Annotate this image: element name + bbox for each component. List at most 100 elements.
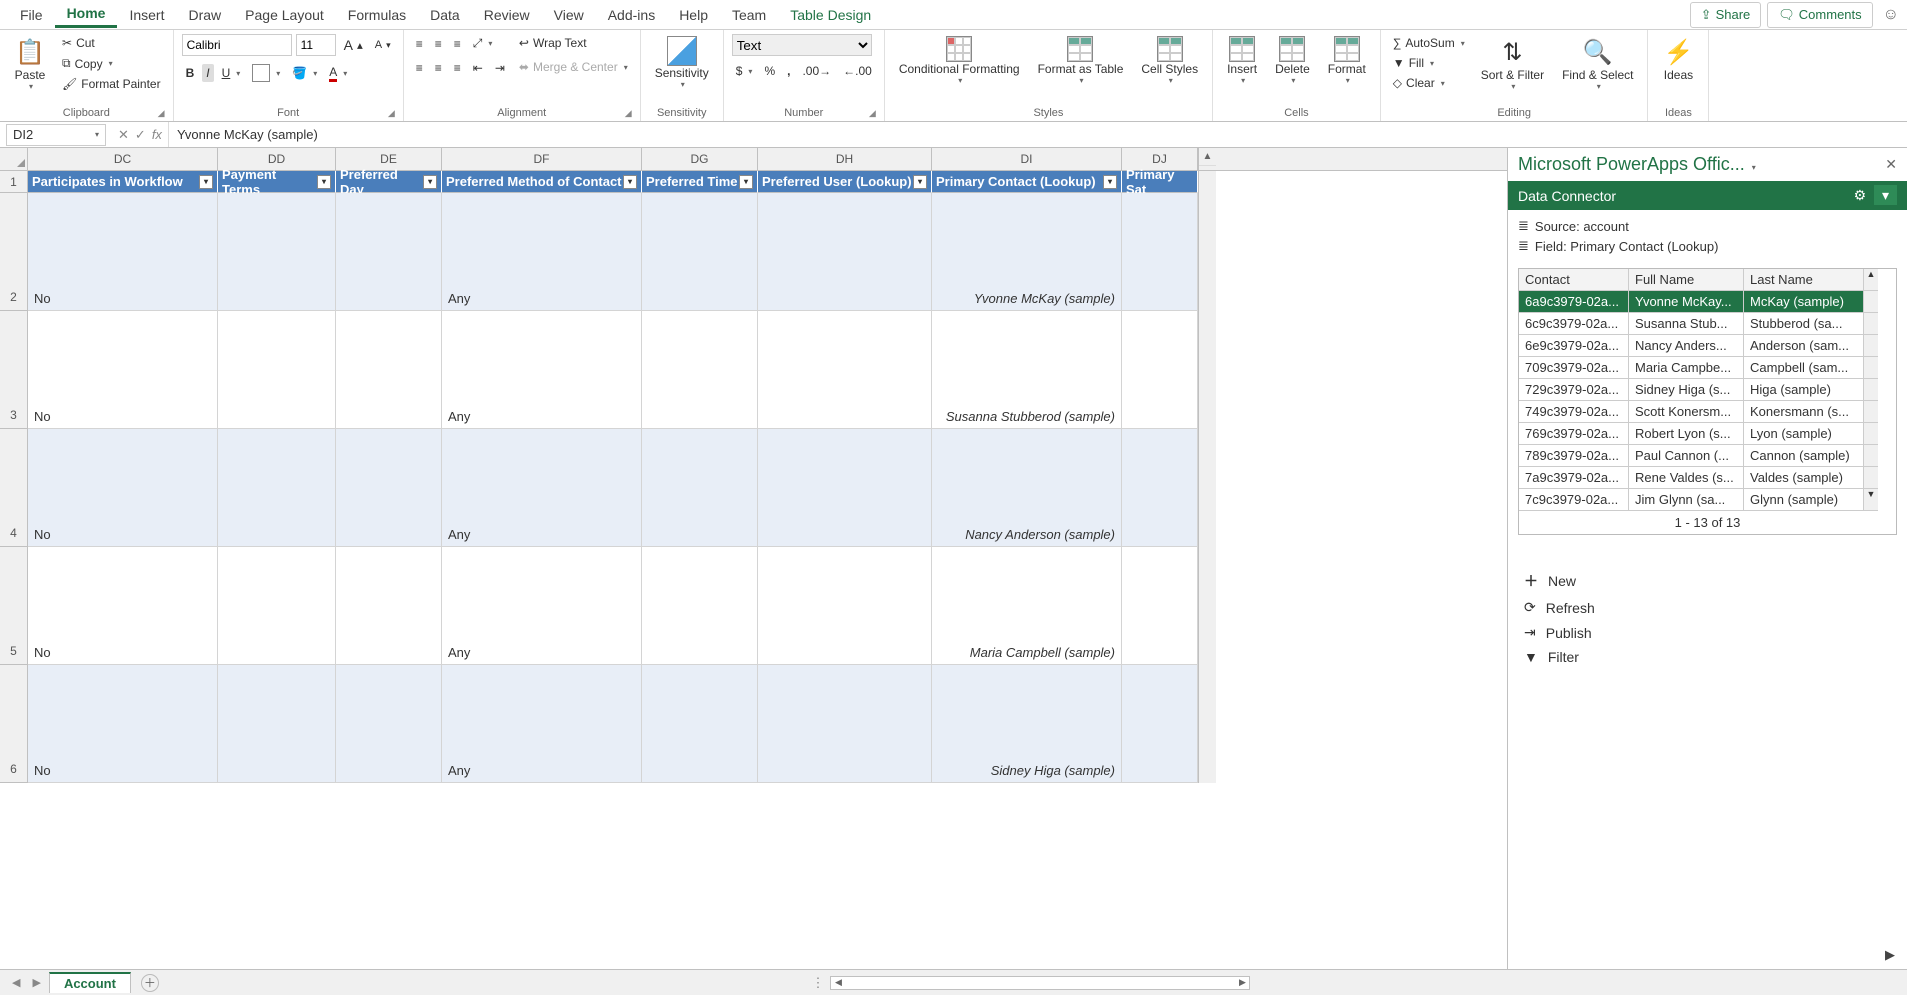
lookup-row[interactable]: 709c3979-02a...Maria Campbe...Campbell (… [1519, 357, 1896, 379]
tab-file[interactable]: File [8, 3, 55, 27]
align-right-button[interactable]: ≡ [450, 59, 465, 77]
table-header[interactable]: Primary Sat [1122, 171, 1198, 193]
launcher-icon[interactable]: ◢ [388, 108, 395, 119]
table-header[interactable]: Preferred Method of Contact▾ [442, 171, 642, 193]
decrease-indent-button[interactable]: ⇤ [469, 59, 487, 77]
lookup-row[interactable]: 6e9c3979-02a...Nancy Anders...Anderson (… [1519, 335, 1896, 357]
comma-button[interactable]: , [783, 62, 794, 80]
lookup-row[interactable]: 769c3979-02a...Robert Lyon (s...Lyon (sa… [1519, 423, 1896, 445]
font-size-input[interactable] [296, 34, 336, 56]
publish-button[interactable]: ⇥Publish [1524, 624, 1891, 641]
launcher-icon[interactable]: ◢ [625, 108, 632, 119]
scroll-up-icon[interactable]: ▲ [1199, 148, 1216, 166]
filter-icon[interactable]: ▾ [623, 175, 637, 189]
tab-addins[interactable]: Add-ins [596, 3, 667, 27]
font-name-input[interactable] [182, 34, 292, 56]
lookup-row[interactable]: 7a9c3979-02a...Rene Valdes (s...Valdes (… [1519, 467, 1896, 489]
delete-cells-button[interactable]: Delete▾ [1269, 34, 1316, 87]
align-left-button[interactable]: ≡ [412, 59, 427, 77]
table-header[interactable]: Preferred Time▾ [642, 171, 758, 193]
scroll-left-icon[interactable]: ◀ [831, 977, 845, 988]
tab-data[interactable]: Data [418, 3, 472, 27]
paste-button[interactable]: 📋 Paste▾ [8, 34, 52, 93]
decrease-decimal-button[interactable]: ←.00 [839, 62, 876, 80]
format-as-table-button[interactable]: Format as Table▾ [1032, 34, 1130, 87]
cancel-icon[interactable]: ✕ [118, 127, 129, 143]
col-header[interactable]: DI [932, 148, 1122, 170]
font-color-button[interactable]: A▾ [325, 63, 351, 84]
clear-button[interactable]: ◇Clear▾ [1389, 74, 1469, 92]
add-sheet-button[interactable]: ＋ [141, 974, 159, 992]
filter-icon[interactable]: ▾ [739, 175, 753, 189]
lookup-col-fullname[interactable]: Full Name [1629, 269, 1744, 291]
cut-button[interactable]: ✂Cut [58, 34, 165, 52]
share-button[interactable]: ⇪Share [1690, 2, 1762, 28]
sheet-tab-account[interactable]: Account [49, 972, 131, 993]
table-header[interactable]: Primary Contact (Lookup)▾ [932, 171, 1122, 193]
tab-formulas[interactable]: Formulas [336, 3, 418, 27]
border-button[interactable]: ▾ [248, 62, 284, 84]
align-middle-button[interactable]: ≡ [431, 35, 446, 53]
filter-icon[interactable]: ▾ [423, 175, 437, 189]
format-painter-button[interactable]: 🖌Format Painter [58, 75, 165, 93]
currency-button[interactable]: $▾ [732, 62, 757, 80]
merge-center-button[interactable]: ⬌Merge & Center▾ [515, 58, 632, 76]
tab-table-design[interactable]: Table Design [778, 3, 883, 27]
panel-menu-icon[interactable]: ▾ [1874, 185, 1897, 205]
lookup-row[interactable]: 6a9c3979-02a...Yvonne McKay...McKay (sam… [1519, 291, 1896, 313]
filter-icon[interactable]: ▾ [199, 175, 213, 189]
gear-icon[interactable]: ⚙ [1854, 187, 1867, 203]
orientation-button[interactable]: ⤢▾ [469, 34, 497, 53]
sheet-nav-next[interactable]: ▶ [28, 976, 44, 989]
table-row[interactable]: 5NoAnyMaria Campbell (sample) [0, 547, 1507, 665]
sort-filter-button[interactable]: ⇅Sort & Filter▾ [1475, 34, 1550, 93]
filter-button[interactable]: ▼Filter [1524, 649, 1891, 665]
percent-button[interactable]: % [760, 62, 779, 80]
col-header[interactable]: DC [28, 148, 218, 170]
filter-icon[interactable]: ▾ [317, 175, 331, 189]
close-icon[interactable]: ✕ [1885, 156, 1897, 173]
tab-home[interactable]: Home [55, 1, 118, 28]
wrap-text-button[interactable]: ↩Wrap Text [515, 34, 632, 52]
table-row[interactable]: 6NoAnySidney Higa (sample) [0, 665, 1507, 783]
launcher-icon[interactable]: ◢ [158, 108, 165, 119]
table-header[interactable]: Participates in Workflow▾ [28, 171, 218, 193]
align-bottom-button[interactable]: ≡ [450, 35, 465, 53]
col-header[interactable]: DG [642, 148, 758, 170]
tab-help[interactable]: Help [667, 3, 720, 27]
lookup-col-lastname[interactable]: Last Name [1744, 269, 1864, 291]
table-row[interactable]: 3NoAnySusanna Stubberod (sample) [0, 311, 1507, 429]
comments-button[interactable]: 🗨Comments [1767, 2, 1872, 28]
align-top-button[interactable]: ≡ [412, 35, 427, 53]
tab-review[interactable]: Review [472, 3, 542, 27]
tab-page-layout[interactable]: Page Layout [233, 3, 336, 27]
col-header[interactable]: DF [442, 148, 642, 170]
scroll-up-icon[interactable]: ▲ [1864, 269, 1878, 291]
tab-draw[interactable]: Draw [176, 3, 233, 27]
decrease-font-button[interactable]: A▾ [371, 34, 395, 56]
insert-cells-button[interactable]: Insert▾ [1221, 34, 1263, 87]
table-row[interactable]: 2NoAnyYvonne McKay (sample) [0, 193, 1507, 311]
conditional-formatting-button[interactable]: Conditional Formatting▾ [893, 34, 1026, 87]
hscroll-handle-icon[interactable]: ⋮ [811, 975, 824, 991]
select-all-corner[interactable] [0, 148, 28, 170]
table-row[interactable]: 4NoAnyNancy Anderson (sample) [0, 429, 1507, 547]
launcher-icon[interactable]: ◢ [869, 108, 876, 119]
number-format-select[interactable]: Text [732, 34, 872, 56]
sheet-nav-prev[interactable]: ◀ [8, 976, 24, 989]
format-cells-button[interactable]: Format▾ [1322, 34, 1372, 87]
scroll-right-icon[interactable]: ▶ [1235, 977, 1249, 988]
fill-button[interactable]: ▼Fill▾ [1389, 54, 1469, 72]
tab-view[interactable]: View [542, 3, 596, 27]
table-header[interactable]: Payment Terms▾ [218, 171, 336, 193]
panel-next-icon[interactable]: ▶ [1885, 947, 1895, 963]
name-box[interactable]: DI2▾ [6, 124, 106, 146]
cell-styles-button[interactable]: Cell Styles▾ [1135, 34, 1204, 87]
lookup-col-contact[interactable]: Contact [1519, 269, 1629, 291]
bold-button[interactable]: B [182, 64, 199, 82]
lookup-row[interactable]: 6c9c3979-02a...Susanna Stub...Stubberod … [1519, 313, 1896, 335]
lookup-row[interactable]: 729c3979-02a...Sidney Higa (s...Higa (sa… [1519, 379, 1896, 401]
enter-icon[interactable]: ✓ [135, 127, 146, 143]
fill-color-button[interactable]: 🪣▾ [288, 64, 321, 82]
horizontal-scrollbar[interactable]: ◀ ▶ [830, 976, 1250, 990]
